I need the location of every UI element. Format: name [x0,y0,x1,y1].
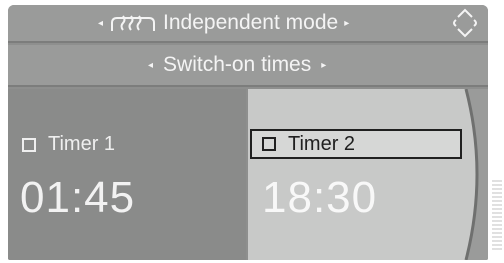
header-title: Independent mode [163,11,339,34]
header-title-group[interactable]: ◂ Independent mode ▸ [98,9,349,37]
subheader-title-group[interactable]: ◂ Switch-on times ▸ [148,51,326,79]
subheader-bar: ◂ Switch-on times ▸ [8,45,488,87]
timer-1-panel[interactable]: Timer 1 01:45 [8,89,246,260]
arrow-right-icon[interactable]: ▸ [344,18,349,29]
timer-1-label: Timer 1 [48,133,116,155]
arrow-left-icon[interactable]: ◂ [148,60,153,71]
timer-2-label: Timer 2 [288,132,356,155]
subheader-title: Switch-on times [163,53,312,76]
timer-1-time[interactable]: 01:45 [20,173,135,223]
side-watermark [492,180,502,250]
timer-2-time[interactable]: 18:30 [262,173,377,223]
arrow-right-icon[interactable]: ▸ [321,60,326,71]
header-bar: ◂ Independent mode ▸ [8,5,488,43]
screen-edge-curve [464,89,488,260]
up-down-scroll-icon[interactable] [450,7,480,39]
arrow-left-icon[interactable]: ◂ [98,18,103,29]
auxiliary-heating-icon [109,11,157,35]
timer-2-row-selected[interactable]: Timer 2 [250,129,462,159]
timer-1-checkbox[interactable] [22,137,36,152]
timer-2-checkbox[interactable] [262,137,276,151]
idrive-screen: ◂ Independent mode ▸ ◂ Switch-on times ▸… [8,5,488,260]
timer-1-row[interactable]: Timer 1 [22,133,115,156]
